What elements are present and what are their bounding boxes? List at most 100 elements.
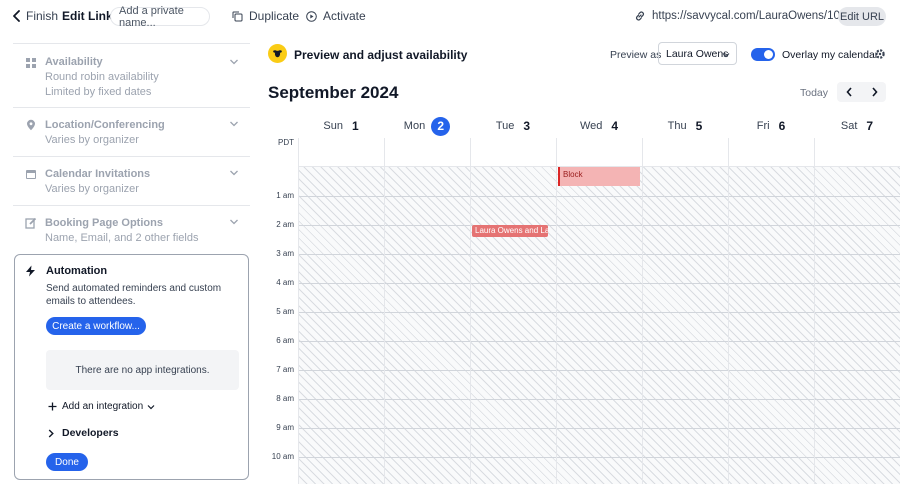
activate-button[interactable]: Activate [306,0,366,32]
pin-icon [27,119,35,131]
preview-as-select[interactable]: Laura Owens [658,42,737,65]
hour-label: 5 am [276,307,294,316]
day-header-fri: Fri 6 [728,116,814,136]
chevron-right-icon [871,87,878,97]
chevron-left-icon [845,87,852,97]
week-nav [837,82,886,102]
gear-icon[interactable] [874,48,886,60]
hour-label: 10 am [271,452,294,461]
preview-as-label: Preview as [610,49,662,61]
day-number: 6 [778,119,786,133]
day-header-thu: Thu 5 [642,116,728,136]
hour-line [298,341,900,342]
chevron-right-icon [48,428,54,438]
automation-card: Automation Send automated reminders and … [14,254,249,480]
prev-week-button[interactable] [837,82,861,102]
day-divider [642,138,643,484]
add-integration-button[interactable]: Add an integration [48,401,155,412]
hour-line [298,312,900,313]
developers-label: Developers [62,427,119,439]
day-header-tue: Tue 3 [470,116,556,136]
month-title: September 2024 [268,83,399,102]
bolt-icon [26,265,35,277]
section-title: Location/Conferencing [45,119,165,131]
today-button[interactable]: Today [800,87,828,99]
preview-title: Preview and adjust availability [294,48,468,62]
day-name: Mon [403,120,426,132]
chevron-down-icon [230,170,238,176]
top-bar: Finish Edit Link Add a private name... D… [0,0,900,32]
hour-line [298,428,900,429]
day-header-wed: Wed 4 [556,116,642,136]
day-name: Sun [323,120,343,132]
timezone-label: PDT [278,138,294,147]
section-subtitle: Varies by organizer [45,134,139,146]
chevron-left-icon [13,10,20,22]
activate-label: Activate [323,9,366,23]
all-day-row[interactable] [298,138,900,167]
day-divider [470,138,471,484]
section-subtitle: Varies by organizer [45,183,139,195]
day-name: Tue [495,120,515,132]
done-button[interactable]: Done [46,453,88,471]
day-header-mon: Mon 2 [384,116,470,136]
section-subtitle: Round robin availability [45,71,159,83]
chevron-down-icon [230,59,238,65]
day-divider [556,138,557,484]
day-divider [814,138,815,484]
developers-toggle[interactable]: Developers [48,427,119,439]
calendar-event-block[interactable]: Block [558,167,640,186]
hour-line [298,254,900,255]
hour-label: 7 am [276,365,294,374]
hour-label: 8 am [276,394,294,403]
section-availability[interactable]: Availability Round robin availability Li… [13,43,250,107]
day-name: Fri [756,120,770,132]
day-name: Thu [667,120,687,132]
day-name: Sat [840,120,858,132]
create-workflow-button[interactable]: Create a workflow... [46,317,146,335]
day-number: 1 [351,119,359,133]
copy-icon [232,11,243,21]
automation-title: Automation [46,265,108,277]
private-name-input[interactable]: Add a private name... [110,5,210,29]
day-number-current: 2 [431,116,451,136]
hour-label: 9 am [276,423,294,432]
section-title: Calendar Invitations [45,168,151,180]
preview-area: Preview and adjust availability Preview … [262,38,900,484]
add-integration-label: Add an integration [62,401,144,412]
duplicate-button[interactable]: Duplicate [232,0,299,32]
section-title: Availability [45,56,103,68]
section-subtitle: Name, Email, and 2 other fields [45,232,199,244]
section-booking-page-options[interactable]: Booking Page Options Name, Email, and 2 … [13,205,250,253]
day-header-sat: Sat 7 [814,116,900,136]
hour-line [298,370,900,371]
grid-icon [26,58,36,68]
finish-button[interactable]: Finish [12,0,58,32]
section-location[interactable]: Location/Conferencing Varies by organize… [13,107,250,156]
day-divider [298,138,299,484]
hour-label: 3 am [276,249,294,258]
duplicate-label: Duplicate [249,9,300,23]
hour-line [298,225,900,226]
preview-as-value: Laura Owens [666,47,729,60]
next-week-button[interactable] [862,82,886,102]
link-icon [636,11,644,21]
chevron-down-icon [147,404,155,409]
edit-icon [25,217,37,229]
calendar-icon [26,170,36,179]
calendar-event-meeting[interactable]: Laura Owens and Laura [472,225,548,237]
chevron-down-icon [230,121,238,127]
section-calendar-invitations[interactable]: Calendar Invitations Varies by organizer [13,156,250,205]
day-divider [728,138,729,484]
edit-url-button[interactable]: Edit URL [838,7,886,26]
section-subtitle: Limited by fixed dates [45,86,152,98]
hour-line [298,399,900,400]
hour-line [298,283,900,284]
overlay-toggle[interactable] [751,48,775,61]
overlay-label: Overlay my calendar [782,49,879,61]
finish-label: Finish [26,9,59,23]
no-integrations-message: There are no app integrations. [46,350,239,390]
automation-description: Send automated reminders and custom emai… [46,283,222,307]
time-grid[interactable]: Block Laura Owens and Laura [298,138,900,484]
hour-label: 4 am [276,278,294,287]
